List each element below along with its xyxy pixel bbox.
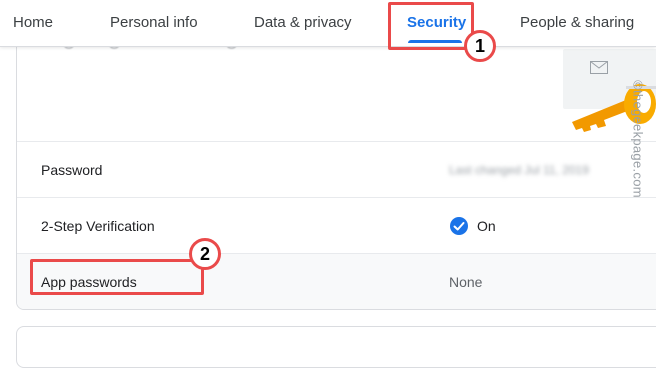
check-circle-icon	[450, 217, 468, 235]
app-passwords-label: App passwords	[41, 274, 137, 290]
active-tab-indicator	[408, 40, 462, 43]
tab-people-and-sharing[interactable]: People & sharing	[520, 0, 634, 46]
two-step-verification-status: On	[477, 218, 496, 234]
tab-home[interactable]: Home	[13, 0, 53, 46]
password-last-changed: Last changed Jul 11, 2019	[449, 163, 589, 177]
watermark: ©thegeekpage.com	[626, 64, 650, 214]
tab-personal-info[interactable]: Personal info	[110, 0, 198, 46]
signing-in-card: Signing in to Google Password Last chang…	[16, 36, 656, 310]
two-step-verification-row[interactable]: 2-Step Verification On	[17, 197, 656, 254]
two-step-verification-label: 2-Step Verification	[41, 218, 155, 234]
account-tab-bar: Home Personal info Data & privacy Securi…	[0, 0, 656, 47]
watermark-text: ©thegeekpage.com	[630, 80, 646, 198]
envelope-icon	[590, 61, 608, 74]
step-2-badge: 2	[189, 238, 221, 270]
password-label: Password	[41, 162, 103, 178]
next-card	[16, 326, 656, 368]
app-passwords-row[interactable]: App passwords None	[17, 253, 656, 309]
step-1-badge: 1	[464, 30, 496, 62]
password-row[interactable]: Password Last changed Jul 11, 2019	[17, 141, 656, 198]
tab-data-and-privacy[interactable]: Data & privacy	[254, 0, 352, 46]
app-passwords-value: None	[449, 274, 483, 290]
